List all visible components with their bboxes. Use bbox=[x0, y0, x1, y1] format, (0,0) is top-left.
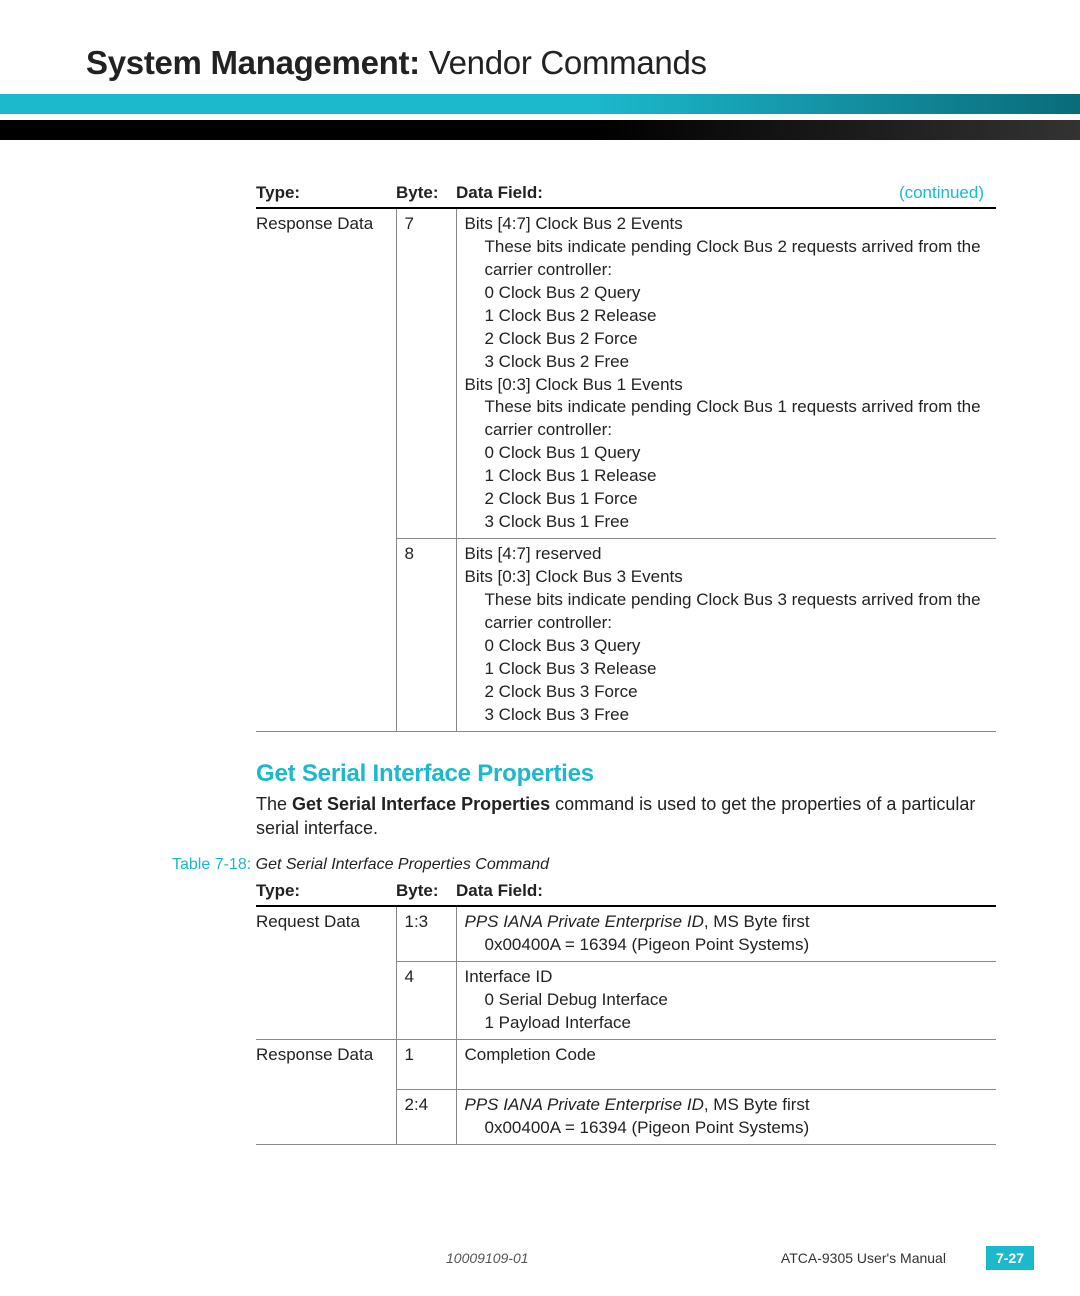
table-continued: Type: Byte: Data Field: (continued) Resp… bbox=[256, 180, 996, 732]
cell-type: Response Data bbox=[256, 1039, 396, 1089]
table-row: Request Data 1:3 PPS IANA Private Enterp… bbox=[256, 906, 996, 961]
footer-pagenum: 7-27 bbox=[986, 1246, 1034, 1270]
page-footer: 10009109-01 ATCA-9305 User's Manual 7-27 bbox=[0, 1246, 1080, 1270]
table-row: 2:4 PPS IANA Private Enterprise ID, MS B… bbox=[256, 1089, 996, 1144]
page-header: System Management: Vendor Commands bbox=[0, 0, 1080, 94]
caption-text: Get Serial Interface Properties Command bbox=[251, 856, 549, 873]
table-caption: Table 7-18: Get Serial Interface Propert… bbox=[172, 856, 994, 874]
th-byte: Byte: bbox=[396, 180, 456, 208]
caption-number: Table 7-18: bbox=[172, 856, 251, 873]
cell-byte: 8 bbox=[396, 539, 456, 732]
table-row: 4 Interface ID 0 Serial Debug Interface … bbox=[256, 961, 996, 1039]
content-area: Type: Byte: Data Field: (continued) Resp… bbox=[0, 140, 1080, 1145]
footer-manual: ATCA-9305 User's Manual bbox=[781, 1250, 946, 1266]
th-data: Data Field: (continued) bbox=[456, 180, 996, 208]
cell-type bbox=[256, 539, 396, 732]
table-row: Response Data 1 Completion Code bbox=[256, 1039, 996, 1089]
cell-data: Bits [4:7] reserved Bits [0:3] Clock Bus… bbox=[456, 539, 996, 732]
header-bold: System Management: bbox=[86, 44, 420, 81]
table-row: Response Data 7 Bits [4:7] Clock Bus 2 E… bbox=[256, 208, 996, 539]
cell-type: Response Data bbox=[256, 208, 396, 539]
cell-data: Interface ID 0 Serial Debug Interface 1 … bbox=[456, 961, 996, 1039]
continued-label: (continued) bbox=[899, 182, 984, 205]
cell-byte: 1 bbox=[396, 1039, 456, 1089]
section-paragraph: The Get Serial Interface Properties comm… bbox=[256, 792, 994, 841]
cell-type: Request Data bbox=[256, 906, 396, 961]
cell-data: Completion Code bbox=[456, 1039, 996, 1089]
cell-data: Bits [4:7] Clock Bus 2 Events These bits… bbox=[456, 208, 996, 539]
cell-byte: 1:3 bbox=[396, 906, 456, 961]
footer-docnum: 10009109-01 bbox=[446, 1250, 529, 1266]
th-byte: Byte: bbox=[396, 878, 456, 906]
th-type: Type: bbox=[256, 180, 396, 208]
header-light: Vendor Commands bbox=[420, 44, 707, 81]
table-row: 8 Bits [4:7] reserved Bits [0:3] Clock B… bbox=[256, 539, 996, 732]
cell-data: PPS IANA Private Enterprise ID, MS Byte … bbox=[456, 906, 996, 961]
cell-byte: 4 bbox=[396, 961, 456, 1039]
cell-data: PPS IANA Private Enterprise ID, MS Byte … bbox=[456, 1089, 996, 1144]
accent-bar-cyan bbox=[0, 94, 1080, 114]
table-command: Type: Byte: Data Field: Request Data 1:3… bbox=[256, 878, 996, 1144]
th-data: Data Field: bbox=[456, 878, 996, 906]
accent-bar-black bbox=[0, 120, 1080, 140]
cell-type bbox=[256, 961, 396, 1039]
cell-byte: 7 bbox=[396, 208, 456, 539]
th-type: Type: bbox=[256, 878, 396, 906]
cell-type bbox=[256, 1089, 396, 1144]
section-heading: Get Serial Interface Properties bbox=[256, 760, 994, 788]
cell-byte: 2:4 bbox=[396, 1089, 456, 1144]
